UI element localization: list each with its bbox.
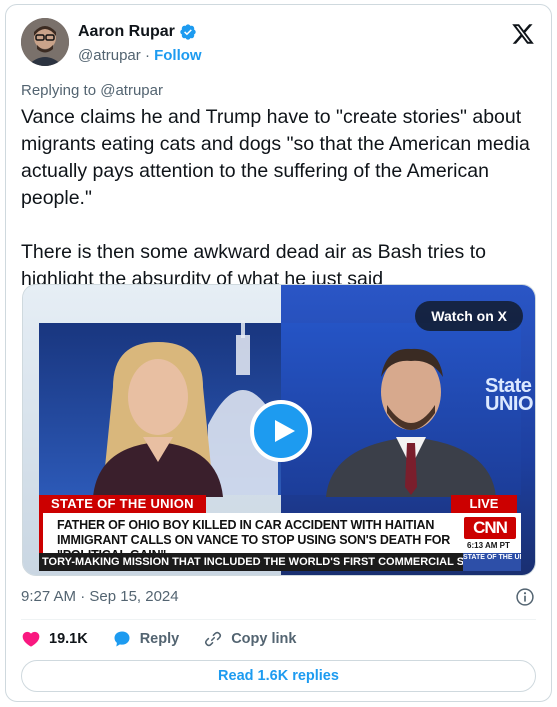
reply-bubble-icon	[114, 631, 130, 647]
like-count: 19.1K	[49, 631, 88, 647]
info-icon[interactable]	[515, 587, 535, 607]
tweet-timestamp[interactable]: 9:27 AM · Sep 15, 2024	[21, 588, 179, 605]
chyron-show-label: STATE OF THE UNION	[39, 495, 206, 513]
link-icon	[205, 631, 222, 647]
live-badge: LIVE	[451, 495, 517, 513]
handle-row: @atrupar · Follow	[78, 47, 202, 64]
replying-to: Replying to @atrupar	[21, 82, 163, 99]
news-ticker: TORY-MAKING MISSION THAT INCLUDED THE WO…	[39, 553, 521, 571]
tweet-card: Aaron Rupar @atrupar · Follow Replying t…	[5, 4, 552, 702]
play-icon	[275, 420, 295, 442]
copy-link-label: Copy link	[231, 631, 297, 647]
watch-on-x-button[interactable]: Watch on X	[415, 301, 523, 331]
tweet-paragraph-1: Vance claims he and Trump have to "creat…	[21, 106, 530, 209]
like-button[interactable]: 19.1K	[21, 629, 88, 649]
play-button[interactable]	[250, 400, 312, 462]
follow-button[interactable]: Follow	[154, 47, 202, 64]
tweet-text: Vance claims he and Trump have to "creat…	[21, 104, 536, 293]
guest-figure	[326, 348, 496, 497]
handle-separator: ·	[144, 47, 150, 64]
author-handle[interactable]: @atrupar	[78, 47, 141, 64]
anchor-figure	[93, 342, 223, 497]
divider	[21, 619, 536, 620]
ticker-text: TORY-MAKING MISSION THAT INCLUDED THE WO…	[42, 556, 512, 568]
display-name[interactable]: Aaron Rupar	[78, 23, 197, 41]
verified-badge-icon	[180, 24, 196, 40]
video-player[interactable]: State UNIO Watch on X STATE OF THE UNION…	[22, 284, 536, 576]
ticker-show-tag: STATE OF THE UNION	[463, 553, 521, 571]
copy-link-button[interactable]: Copy link	[203, 629, 296, 649]
chyron: FATHER OF OHIO BOY KILLED IN CAR ACCIDEN…	[39, 513, 521, 562]
reply-button[interactable]: Reply	[112, 629, 180, 649]
x-logo-icon[interactable]	[511, 22, 535, 46]
avatar[interactable]	[21, 18, 69, 66]
action-bar: 19.1K Reply Copy link	[21, 629, 320, 649]
author-name[interactable]: Aaron Rupar	[78, 23, 175, 41]
read-replies-button[interactable]: Read 1.6K replies	[21, 660, 536, 692]
heart-icon	[22, 631, 40, 647]
reply-label: Reply	[139, 631, 180, 647]
cnn-logo: CNN	[464, 517, 516, 539]
broadcast-time: 6:13 AM PT	[467, 541, 510, 550]
